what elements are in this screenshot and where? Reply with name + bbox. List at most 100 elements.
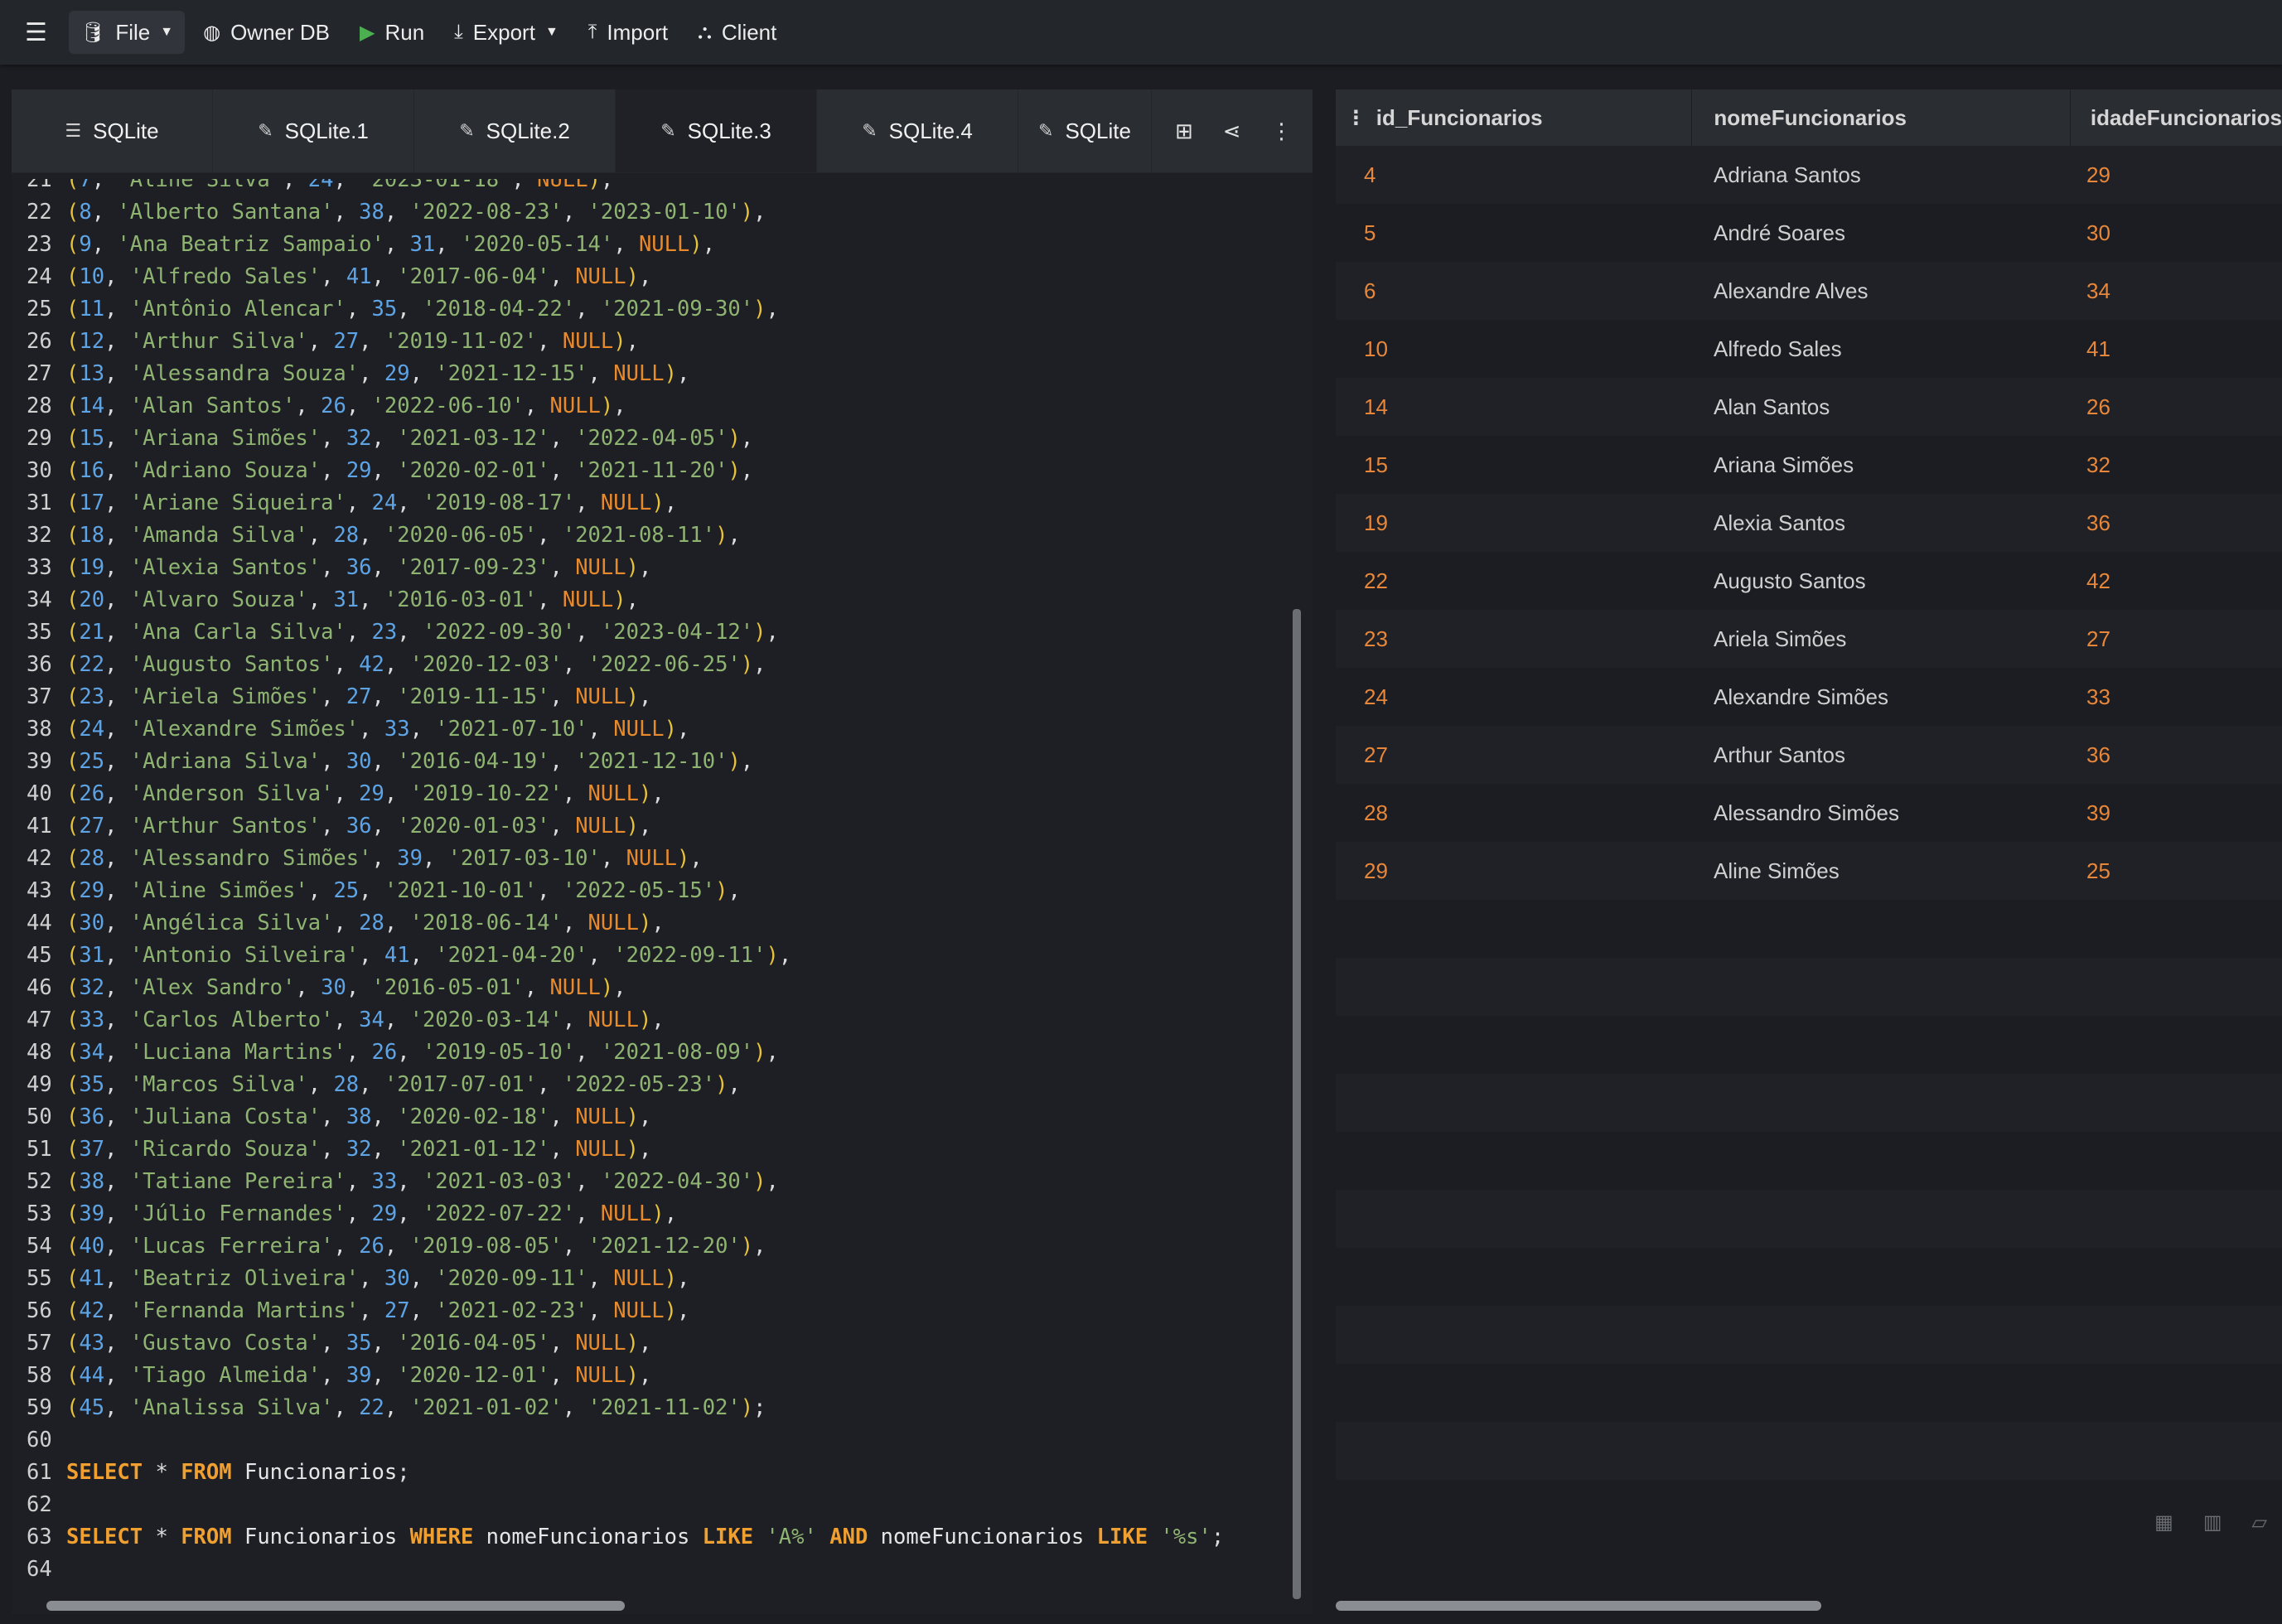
cell-name[interactable]: Augusto Santos bbox=[1714, 568, 2086, 594]
client-button[interactable]: ⛬ Client bbox=[686, 11, 788, 54]
code-line[interactable]: 34 (20, 'Alvaro Souza', 31, '2016-03-01',… bbox=[12, 584, 639, 616]
cell-id[interactable]: 10 bbox=[1336, 336, 1714, 362]
cell-name[interactable]: Alexandre Simões bbox=[1714, 684, 2086, 710]
code-line[interactable]: 27 (13, 'Alessandra Souza', 29, '2021-12-… bbox=[12, 358, 689, 390]
table-view-icon[interactable]: ▦ bbox=[2154, 1510, 2173, 1535]
code-line[interactable]: 33 (19, 'Alexia Santos', 36, '2017-09-23'… bbox=[12, 552, 651, 584]
table-row[interactable]: 24 Alexandre Simões 33 bbox=[1336, 668, 2282, 726]
code-line[interactable]: 26 (12, 'Arthur Silva', 27, '2019-11-02',… bbox=[12, 326, 639, 358]
code-line[interactable]: 47 (33, 'Carlos Alberto', 34, '2020-03-14… bbox=[12, 1004, 665, 1037]
grid-horizontal-scrollbar[interactable] bbox=[1336, 1601, 1821, 1611]
run-button[interactable]: ▶ Run bbox=[348, 11, 436, 54]
table-row[interactable]: 4 Adriana Santos 29 bbox=[1336, 146, 2282, 204]
cell-age[interactable]: 25 bbox=[2086, 858, 2110, 884]
cell-id[interactable]: 23 bbox=[1336, 626, 1714, 652]
code-line[interactable]: 40 (26, 'Anderson Silva', 29, '2019-10-22… bbox=[12, 778, 665, 810]
cell-id[interactable]: 29 bbox=[1336, 858, 1714, 884]
code-line[interactable]: 58 (44, 'Tiago Almeida', 39, '2020-12-01'… bbox=[12, 1360, 651, 1392]
editor-horizontal-scrollbar[interactable] bbox=[46, 1601, 625, 1611]
cell-age[interactable]: 26 bbox=[2086, 394, 2110, 420]
cell-id[interactable]: 24 bbox=[1336, 684, 1714, 710]
column-header-name[interactable]: nomeFuncionarios bbox=[1691, 89, 2069, 146]
table-row[interactable]: 5 André Soares 30 bbox=[1336, 204, 2282, 262]
code-line[interactable]: 46 (32, 'Alex Sandro', 30, '2016-05-01', … bbox=[12, 972, 626, 1004]
sql-editor[interactable]: 21 (7, 'Aline Silva', 24, '2023-01-18', N… bbox=[12, 179, 1313, 1604]
tab-sqlite-2[interactable]: ✎ SQLite.2 bbox=[414, 89, 616, 172]
code-line[interactable]: 31 (17, 'Ariane Siqueira', 24, '2019-08-1… bbox=[12, 487, 677, 520]
cell-age[interactable]: 34 bbox=[2086, 278, 2110, 304]
tab-sqlite-1[interactable]: ✎ SQLite.1 bbox=[213, 89, 414, 172]
cell-id[interactable]: 15 bbox=[1336, 452, 1714, 478]
cell-name[interactable]: André Soares bbox=[1714, 220, 2086, 246]
code-line[interactable]: 62 bbox=[12, 1489, 66, 1521]
cell-id[interactable]: 5 bbox=[1336, 220, 1714, 246]
cell-id[interactable]: 22 bbox=[1336, 568, 1714, 594]
code-line[interactable]: 59 (45, 'Analissa Silva', 22, '2021-01-02… bbox=[12, 1392, 766, 1424]
code-line[interactable]: 37 (23, 'Ariela Simões', 27, '2019-11-15'… bbox=[12, 681, 651, 713]
code-line[interactable]: 23 (9, 'Ana Beatriz Sampaio', 31, '2020-0… bbox=[12, 229, 715, 261]
cell-id[interactable]: 27 bbox=[1336, 742, 1714, 768]
code-line[interactable]: 35 (21, 'Ana Carla Silva', 23, '2022-09-3… bbox=[12, 616, 779, 649]
column-header-id[interactable]: id_Funcionarios bbox=[1376, 105, 1692, 131]
cell-age[interactable]: 30 bbox=[2086, 220, 2110, 246]
code-line[interactable]: 29 (15, 'Ariana Simões', 32, '2021-03-12'… bbox=[12, 423, 753, 455]
code-line[interactable]: 60 bbox=[12, 1424, 66, 1457]
table-row[interactable]: 28 Alessandro Simões 39 bbox=[1336, 784, 2282, 842]
code-line[interactable]: 30 (16, 'Adriano Souza', 29, '2020-02-01'… bbox=[12, 455, 753, 487]
table-row[interactable]: 10 Alfredo Sales 41 bbox=[1336, 320, 2282, 378]
cell-id[interactable]: 6 bbox=[1336, 278, 1714, 304]
code-line[interactable]: 38 (24, 'Alexandre Simões', 33, '2021-07-… bbox=[12, 713, 689, 746]
tab-sqlite-4[interactable]: ✎ SQLite.4 bbox=[817, 89, 1018, 172]
code-line[interactable]: 39 (25, 'Adriana Silva', 30, '2016-04-19'… bbox=[12, 746, 753, 778]
code-line[interactable]: 45 (31, 'Antonio Silveira', 41, '2021-04-… bbox=[12, 940, 791, 972]
cell-age[interactable]: 33 bbox=[2086, 684, 2110, 710]
code-line[interactable]: 42 (28, 'Alessandro Simões', 39, '2017-03… bbox=[12, 843, 703, 875]
code-line[interactable]: 55 (41, 'Beatriz Oliveira', 30, '2020-09-… bbox=[12, 1263, 689, 1295]
owner-db-button[interactable]: ◍ Owner DB bbox=[191, 11, 341, 54]
cell-id[interactable]: 4 bbox=[1336, 162, 1714, 188]
cell-name[interactable]: Alan Santos bbox=[1714, 394, 2086, 420]
table-row[interactable]: 29 Aline Simões 25 bbox=[1336, 842, 2282, 900]
chart-view-icon[interactable]: ▥ bbox=[2203, 1510, 2222, 1535]
cell-age[interactable]: 32 bbox=[2086, 452, 2110, 478]
cell-age[interactable]: 42 bbox=[2086, 568, 2110, 594]
add-tab-icon[interactable]: ⊞ bbox=[1175, 118, 1193, 144]
code-line[interactable]: 52 (38, 'Tatiane Pereira', 33, '2021-03-0… bbox=[12, 1166, 779, 1198]
cell-name[interactable]: Ariana Simões bbox=[1714, 452, 2086, 478]
code-line[interactable]: 21 (7, 'Aline Silva', 24, '2023-01-18', N… bbox=[12, 179, 613, 196]
file-button[interactable]: 🛢 File ▼ bbox=[68, 11, 186, 54]
cell-age[interactable]: 41 bbox=[2086, 336, 2110, 362]
editor-vertical-scrollbar[interactable] bbox=[1293, 609, 1301, 1599]
table-row[interactable]: 27 Arthur Santos 36 bbox=[1336, 726, 2282, 784]
code-line[interactable]: 25 (11, 'Antônio Alencar', 35, '2018-04-2… bbox=[12, 293, 779, 326]
cell-name[interactable]: Arthur Santos bbox=[1714, 742, 2086, 768]
cell-name[interactable]: Alexandre Alves bbox=[1714, 278, 2086, 304]
code-line[interactable]: 61 SELECT * FROM Funcionarios; bbox=[12, 1457, 410, 1489]
code-line[interactable]: 54 (40, 'Lucas Ferreira', 26, '2019-08-05… bbox=[12, 1230, 766, 1263]
tab-sqlite[interactable]: ✎ SQLite bbox=[1018, 89, 1152, 172]
cell-name[interactable]: Alexia Santos bbox=[1714, 510, 2086, 536]
cell-age[interactable]: 29 bbox=[2086, 162, 2110, 188]
cell-name[interactable]: Alfredo Sales bbox=[1714, 336, 2086, 362]
cell-name[interactable]: Adriana Santos bbox=[1714, 162, 2086, 188]
code-line[interactable]: 28 (14, 'Alan Santos', 26, '2022-06-10', … bbox=[12, 390, 626, 423]
table-row[interactable]: 19 Alexia Santos 36 bbox=[1336, 494, 2282, 552]
code-line[interactable]: 53 (39, 'Júlio Fernandes', 29, '2022-07-2… bbox=[12, 1198, 677, 1230]
book-icon[interactable]: ▱ bbox=[2252, 1510, 2267, 1535]
cell-age[interactable]: 27 bbox=[2086, 626, 2110, 652]
code-line[interactable]: 64 bbox=[12, 1554, 66, 1586]
share-icon[interactable]: ⋖ bbox=[1223, 118, 1241, 144]
code-line[interactable]: 63 SELECT * FROM Funcionarios WHERE nomeF… bbox=[12, 1521, 1224, 1554]
table-row[interactable]: 6 Alexandre Alves 34 bbox=[1336, 262, 2282, 320]
import-button[interactable]: ⤒ Import bbox=[577, 11, 679, 54]
table-row[interactable]: 22 Augusto Santos 42 bbox=[1336, 552, 2282, 610]
cell-name[interactable]: Alessandro Simões bbox=[1714, 800, 2086, 826]
more-vertical-icon[interactable]: ⋮ bbox=[1271, 118, 1293, 144]
cell-id[interactable]: 19 bbox=[1336, 510, 1714, 536]
hamburger-icon[interactable]: ☰ bbox=[0, 18, 69, 47]
code-line[interactable]: 57 (43, 'Gustavo Costa', 35, '2016-04-05'… bbox=[12, 1327, 651, 1360]
cell-age[interactable]: 36 bbox=[2086, 510, 2110, 536]
tab-sqlite[interactable]: ☰ SQLite bbox=[12, 89, 213, 172]
cell-id[interactable]: 28 bbox=[1336, 800, 1714, 826]
code-line[interactable]: 48 (34, 'Luciana Martins', 26, '2019-05-1… bbox=[12, 1037, 779, 1069]
